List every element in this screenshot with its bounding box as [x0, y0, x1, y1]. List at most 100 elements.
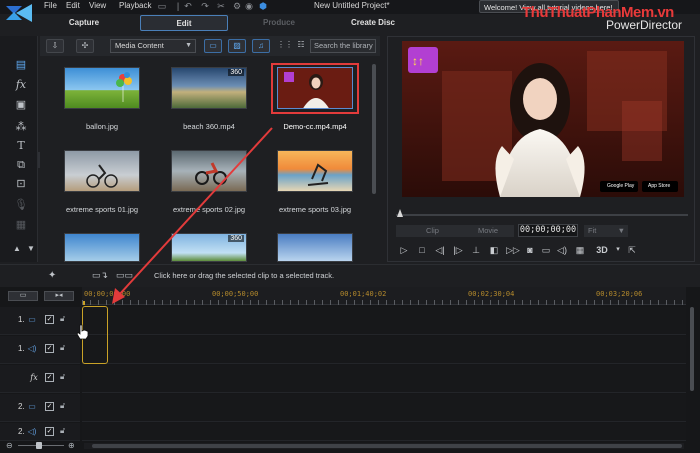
undo-icon[interactable]: ↶ [183, 1, 193, 11]
thumbnail-demo-video[interactable] [277, 67, 353, 109]
scroll-down-icon[interactable]: ▼ [24, 242, 38, 256]
lock-icon[interactable]: 🔓︎ [60, 343, 65, 353]
bmx-rider-image [86, 164, 118, 188]
volume-icon[interactable]: ◁) [556, 244, 568, 256]
media-room-icon[interactable]: ▤ [14, 58, 28, 72]
clip-movie-toggle[interactable]: Clip Movie [396, 225, 514, 237]
thumbnail-item-7[interactable] [64, 233, 140, 262]
track-enable-checkbox[interactable]: ✓ [45, 373, 54, 382]
movie-mode[interactable]: Movie [478, 225, 498, 237]
preview-seek-slider[interactable] [396, 214, 688, 216]
track-lane-audio-1[interactable] [82, 336, 686, 364]
filter-video-icon[interactable]: ▭ [204, 39, 222, 53]
tab-produce[interactable]: Produce [236, 15, 322, 31]
lock-icon[interactable]: 🔓︎ [60, 372, 65, 382]
clip-mode[interactable]: Clip [426, 225, 439, 237]
tab-create-disc[interactable]: Create Disc [330, 15, 416, 31]
lock-icon[interactable]: 🔓︎ [60, 401, 65, 411]
overwrite-to-track-icon[interactable]: ▭▭ [116, 270, 133, 281]
track-header-fx: fx ✓ 🔓︎ [0, 365, 80, 393]
settings-gear-icon[interactable]: ⚙ [232, 1, 242, 11]
particle-room-icon[interactable]: ⁂ [14, 120, 28, 134]
thumbnail-item-8[interactable]: 360 [171, 233, 247, 262]
lock-icon[interactable]: 🔓︎ [60, 314, 65, 324]
library-search-input[interactable]: Search the library [310, 39, 376, 53]
menu-edit[interactable]: Edit [66, 1, 80, 10]
user-icon[interactable]: ◉ [244, 1, 254, 11]
timeline-zoom-slider[interactable]: ⊖ ⊕ [6, 441, 78, 451]
snapshot-camera-icon[interactable]: ◙ [524, 244, 536, 256]
fit-timeline-icon[interactable]: ▸◂ [44, 291, 74, 301]
monitor-icon[interactable]: ▭ [540, 244, 552, 256]
plugin-icon[interactable]: ✣ [76, 39, 94, 53]
track-lane-audio-2[interactable] [82, 423, 686, 441]
playhead-marker[interactable] [83, 301, 85, 305]
timeline-vertical-scrollbar[interactable] [688, 305, 696, 443]
menu-view[interactable]: View [89, 1, 106, 10]
magic-tools-icon[interactable]: ✦ [48, 270, 56, 281]
zoom-out-icon[interactable]: ⊖ [6, 441, 13, 450]
3d-mode-toggle[interactable]: 3D [592, 244, 612, 256]
tab-edit[interactable]: Edit [140, 15, 228, 31]
undock-icon[interactable]: ⇱ [626, 244, 638, 256]
pip-room-icon[interactable]: ▣ [14, 98, 28, 112]
chapter-room-icon[interactable]: ▦ [14, 218, 28, 232]
lock-icon[interactable]: 🔓︎ [60, 426, 65, 436]
timeline-horizontal-scrollbar[interactable] [84, 443, 684, 449]
list-view-icon[interactable]: ☷ [292, 39, 310, 53]
audio-mixing-icon[interactable]: ⊡ [14, 177, 28, 191]
zoom-in-icon[interactable]: ⊕ [68, 441, 75, 450]
audio-track-icon: ◁) [27, 344, 37, 353]
transition-room-icon[interactable]: ⧉ [14, 158, 28, 172]
track-enable-checkbox[interactable]: ✓ [45, 315, 54, 324]
previous-frame-icon[interactable]: ◁| [434, 244, 446, 256]
next-frame-icon[interactable]: |▷ [452, 244, 464, 256]
track-number: 2. [18, 427, 25, 436]
title-room-icon[interactable]: T [14, 139, 28, 153]
insert-to-track-icon[interactable]: ▭↴ [92, 270, 108, 281]
zoom-knob[interactable] [36, 442, 42, 449]
cut-icon[interactable]: ✂ [216, 1, 226, 11]
timeline-toolbar: ✦ ▭↴ ▭▭ Click here or drag the selected … [0, 264, 700, 286]
split-icon[interactable]: ◧ [488, 244, 500, 256]
thumbnail-extreme-sports-02[interactable] [171, 150, 247, 192]
track-lane-video-1[interactable] [82, 307, 686, 335]
play-icon[interactable]: ▷ [398, 244, 410, 256]
seek-knob[interactable] [397, 209, 403, 217]
media-content-dropdown[interactable]: Media Content ▼ [110, 39, 196, 53]
track-enable-checkbox[interactable]: ✓ [45, 402, 54, 411]
item-label: ballon.jpg [85, 122, 119, 131]
update-icon[interactable]: ⬢ [258, 1, 268, 11]
thumbnail-beach-360[interactable]: 360 [171, 67, 247, 109]
save-icon[interactable]: ▭ [157, 1, 167, 11]
thumbnail-item-9[interactable] [277, 233, 353, 262]
filter-image-icon[interactable]: ▨ [228, 39, 246, 53]
track-lane-fx[interactable] [82, 365, 686, 393]
track-enable-checkbox[interactable]: ✓ [45, 344, 54, 353]
thumbnail-ballon[interactable] [64, 67, 140, 109]
track-lane-video-2[interactable] [82, 394, 686, 422]
chevron-down-icon[interactable]: ▾ [612, 244, 624, 256]
import-media-icon[interactable]: ⇩ [46, 39, 64, 53]
track-enable-checkbox[interactable]: ✓ [45, 427, 54, 436]
thumbnail-extreme-sports-01[interactable] [64, 150, 140, 192]
preview-quality-icon[interactable]: ▦ [574, 244, 586, 256]
tab-capture[interactable]: Capture [46, 15, 122, 31]
stop-icon[interactable]: □ [416, 244, 428, 256]
zoom-fit-dropdown[interactable]: Fit ▼ [584, 225, 628, 237]
fast-forward-icon[interactable]: ▷▷ [506, 244, 520, 256]
menu-file[interactable]: File [44, 1, 57, 10]
voice-over-icon[interactable]: 🎙 [14, 198, 28, 212]
redo-icon[interactable]: ↷ [200, 1, 210, 11]
timeline-ruler[interactable]: 00;00;00;00 00;00;50;00 00;01;40;02 00;0… [82, 287, 686, 305]
audio-track-icon: ◁) [27, 427, 37, 436]
timecode-field[interactable]: 00;00;00;00 [518, 224, 578, 237]
menu-playback[interactable]: Playback [119, 1, 151, 10]
scroll-up-icon[interactable]: ▲ [10, 242, 24, 256]
track-manager-icon[interactable]: ▭ [8, 291, 38, 301]
mark-in-icon[interactable]: ⊥ [470, 244, 482, 256]
fx-room-icon[interactable]: fx [14, 78, 28, 92]
filter-audio-icon[interactable]: ♫ [252, 39, 270, 53]
thumbnail-extreme-sports-03[interactable] [277, 150, 353, 192]
library-scrollbar[interactable] [370, 58, 378, 258]
